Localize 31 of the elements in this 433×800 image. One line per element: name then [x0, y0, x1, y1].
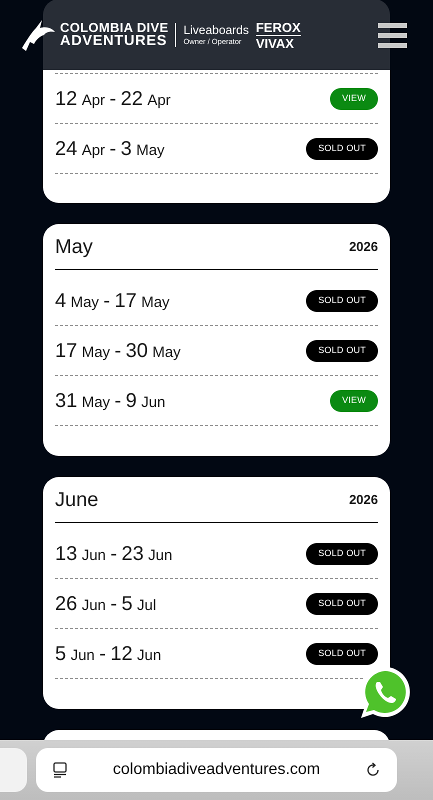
- menu-icon[interactable]: [378, 22, 407, 48]
- trip-dates: 31 May - 9 Jun: [55, 388, 166, 414]
- view-button[interactable]: VIEW: [330, 88, 378, 110]
- sold-out-label: SOLD OUT: [306, 592, 378, 614]
- boat-name: VIVAX: [256, 36, 295, 50]
- url-text: colombiadiveadventures.com: [112, 760, 320, 780]
- trip-dates: 5 Jun - 12 Jun: [55, 642, 162, 666]
- reload-icon[interactable]: [365, 762, 381, 778]
- view-button[interactable]: VIEW: [330, 390, 378, 412]
- trip-dates: 12 Apr - 22 Apr: [55, 86, 171, 112]
- trip-dates: 13 Jun - 23 Jun: [55, 542, 172, 566]
- year-label: 2026: [349, 490, 378, 509]
- month-title: June: [55, 488, 98, 512]
- brand-name: ADVENTURES: [60, 34, 168, 49]
- year-label: 2026: [349, 238, 378, 256]
- sold-out-label: SOLD OUT: [306, 542, 378, 564]
- tagline: Liveaboards: [183, 24, 249, 36]
- month-title: May: [55, 234, 93, 260]
- address-bar[interactable]: colombiadiveadventures.com: [36, 748, 397, 792]
- reader-icon[interactable]: [52, 762, 68, 778]
- sold-out-label: SOLD OUT: [306, 290, 378, 312]
- sold-out-label: SOLD OUT: [306, 138, 378, 160]
- trip-dates: 4 May - 17 May: [55, 288, 170, 314]
- sold-out-label: SOLD OUT: [306, 642, 378, 664]
- sold-out-label: SOLD OUT: [306, 340, 378, 362]
- boat-name: FEROX: [256, 20, 301, 36]
- trip-dates: 26 Jun - 5 Jul: [55, 592, 156, 616]
- brand-name: COLOMBIA DIVE: [60, 21, 168, 34]
- trip-dates: 24 Apr - 3 May: [55, 136, 165, 162]
- trip-dates: 17 May - 30 May: [55, 338, 181, 364]
- bird-logo-icon: [20, 18, 56, 52]
